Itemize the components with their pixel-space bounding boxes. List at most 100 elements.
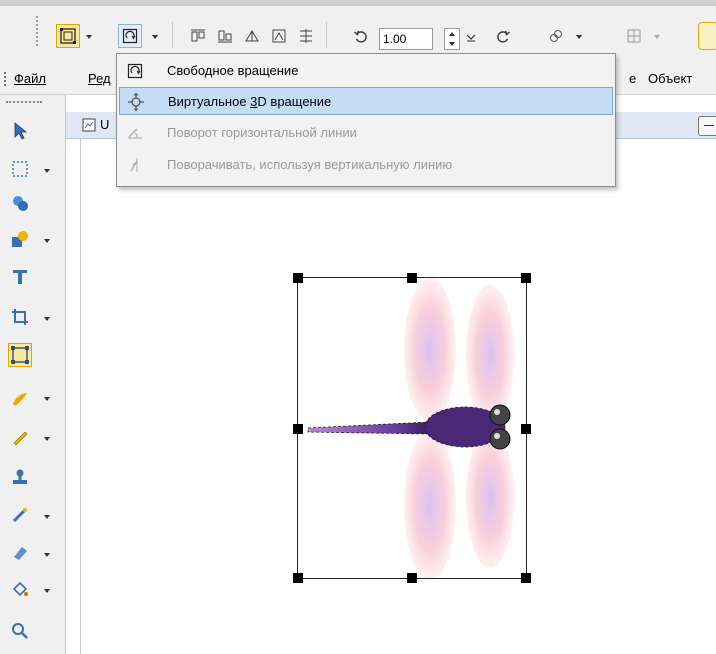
spin-down-icon[interactable] xyxy=(449,42,455,46)
brush-icon xyxy=(13,393,27,406)
menu-file[interactable]: Файл xyxy=(14,71,46,86)
rotate-cw-button[interactable] xyxy=(492,26,514,48)
pencil-tool-dropdown[interactable] xyxy=(44,437,50,441)
grid-icon xyxy=(627,29,641,43)
menu-item-virtual-3d-rotation[interactable]: Виртуальное 3D вращение xyxy=(119,87,613,115)
marquee-tool[interactable] xyxy=(8,157,32,181)
menu-item-label: Виртуальное 3D вращение xyxy=(168,94,332,109)
toolbox xyxy=(0,95,66,654)
grid-dropdown-arrow[interactable] xyxy=(654,35,660,39)
menu-item-free-rotation[interactable]: Свободное вращение xyxy=(119,57,613,85)
object-tool[interactable] xyxy=(8,227,32,251)
arrow-pointer-icon xyxy=(14,122,28,140)
menu-item-label: Поворот горизонтальной линии xyxy=(167,125,357,140)
effect-brush-dropdown[interactable] xyxy=(44,515,50,519)
angle-unit-dropdown[interactable] xyxy=(462,26,480,48)
crop-tool[interactable] xyxy=(8,305,32,329)
link-dropdown-arrow[interactable] xyxy=(576,35,582,39)
horizontal-line-rotate-icon xyxy=(128,128,142,139)
document-window-button[interactable] xyxy=(698,116,716,136)
magic-brush-icon xyxy=(12,508,27,523)
resize-handle-left[interactable] xyxy=(293,424,303,434)
flip-button[interactable] xyxy=(240,24,264,48)
rotate-ccw-button[interactable] xyxy=(350,26,372,48)
text-icon xyxy=(13,270,27,284)
grid-button[interactable] xyxy=(622,24,646,48)
overflow-button[interactable] xyxy=(698,22,716,50)
toolbox-grip[interactable] xyxy=(6,101,42,105)
minimize-icon xyxy=(704,125,714,126)
effect-brush-tool[interactable] xyxy=(8,503,32,527)
zoom-tool[interactable] xyxy=(8,619,32,643)
resize-handle-top-left[interactable] xyxy=(293,273,303,283)
align-bottom-button[interactable] xyxy=(213,24,237,48)
crop-tool-dropdown[interactable] xyxy=(44,317,50,321)
document-tab-title: U xyxy=(100,117,110,132)
spin-up-icon[interactable] xyxy=(449,32,455,36)
rotation-mode-dropdown-arrow[interactable] xyxy=(152,35,158,39)
toolbar-separator xyxy=(326,22,327,48)
marquee-icon xyxy=(12,161,28,177)
flip-icon xyxy=(245,30,259,42)
rotate-ccw-icon xyxy=(354,30,367,43)
rotation-mode-menu: Свободное вращение Виртуальное 3D вращен… xyxy=(116,53,616,187)
fill-tool[interactable] xyxy=(8,577,32,601)
transform-pick-dropdown-arrow[interactable] xyxy=(86,35,92,39)
transform-pick-button[interactable] xyxy=(56,24,80,48)
free-rotate-icon xyxy=(127,63,143,79)
fill-tool-dropdown[interactable] xyxy=(44,589,50,593)
distribute-button[interactable] xyxy=(294,24,318,48)
free-rotate-icon xyxy=(122,28,138,44)
vertical-line-rotate-icon xyxy=(130,158,138,172)
menubar-grip xyxy=(4,72,8,86)
marquee-tool-dropdown[interactable] xyxy=(44,169,50,173)
align-top-button[interactable] xyxy=(186,24,210,48)
menu-item-horizontal-line-rotation[interactable]: Поворот горизонтальной линии xyxy=(119,119,613,147)
eraser-tool-dropdown[interactable] xyxy=(44,553,50,557)
menu-partial[interactable]: е xyxy=(629,71,636,86)
eraser-tool[interactable] xyxy=(8,541,32,565)
align-bottom-icon xyxy=(218,30,232,43)
distribute-icon xyxy=(300,29,312,43)
menu-edit[interactable]: Ред xyxy=(88,71,111,86)
brush-tool-dropdown[interactable] xyxy=(44,397,50,401)
pick-tool[interactable] xyxy=(8,119,32,143)
virtual-3d-rotate-icon xyxy=(128,93,144,111)
resize-handle-right[interactable] xyxy=(521,424,531,434)
resize-handle-top-right[interactable] xyxy=(521,273,531,283)
menu-item-vertical-line-rotation[interactable]: Поворачивать, используя вертикальную лин… xyxy=(119,151,613,179)
transform-tool[interactable] xyxy=(8,343,32,367)
brush-tool[interactable] xyxy=(8,387,32,411)
rotation-mode-button[interactable] xyxy=(118,24,142,48)
stamp-tool[interactable] xyxy=(8,465,32,489)
resize-handle-bottom-right[interactable] xyxy=(521,573,531,583)
menu-object[interactable]: Объект xyxy=(648,71,692,86)
pencil-tool[interactable] xyxy=(8,425,32,449)
menu-item-label: Свободное вращение xyxy=(167,63,299,78)
link-icon xyxy=(550,30,562,42)
object-tool-dropdown[interactable] xyxy=(44,239,50,243)
text-tool[interactable] xyxy=(8,265,32,289)
crop-icon xyxy=(12,309,28,325)
selection-bounding-box[interactable] xyxy=(293,273,531,583)
resize-handle-bottom-left[interactable] xyxy=(293,573,303,583)
toolbar-grip[interactable] xyxy=(36,16,40,46)
mirror-button[interactable] xyxy=(267,24,291,48)
rotate-cw-icon xyxy=(497,30,510,43)
link-button[interactable] xyxy=(544,24,568,48)
eraser-icon xyxy=(14,547,27,560)
shapes-icon xyxy=(12,231,28,247)
menu-item-label: Поворачивать, используя вертикальную лин… xyxy=(167,157,453,172)
rotation-angle-input[interactable]: 1.00 xyxy=(379,28,433,50)
pencil-icon xyxy=(13,431,28,446)
transform-icon xyxy=(11,346,29,364)
chevron-down-icon xyxy=(466,34,476,42)
document-icon xyxy=(82,118,96,132)
mirror-icon xyxy=(272,29,286,43)
shape-tool[interactable] xyxy=(8,191,32,215)
stamp-icon xyxy=(13,469,27,484)
rotation-angle-spinner[interactable] xyxy=(444,28,460,50)
magnifier-icon xyxy=(12,623,28,639)
resize-handle-top[interactable] xyxy=(407,273,417,283)
resize-handle-bottom[interactable] xyxy=(407,573,417,583)
